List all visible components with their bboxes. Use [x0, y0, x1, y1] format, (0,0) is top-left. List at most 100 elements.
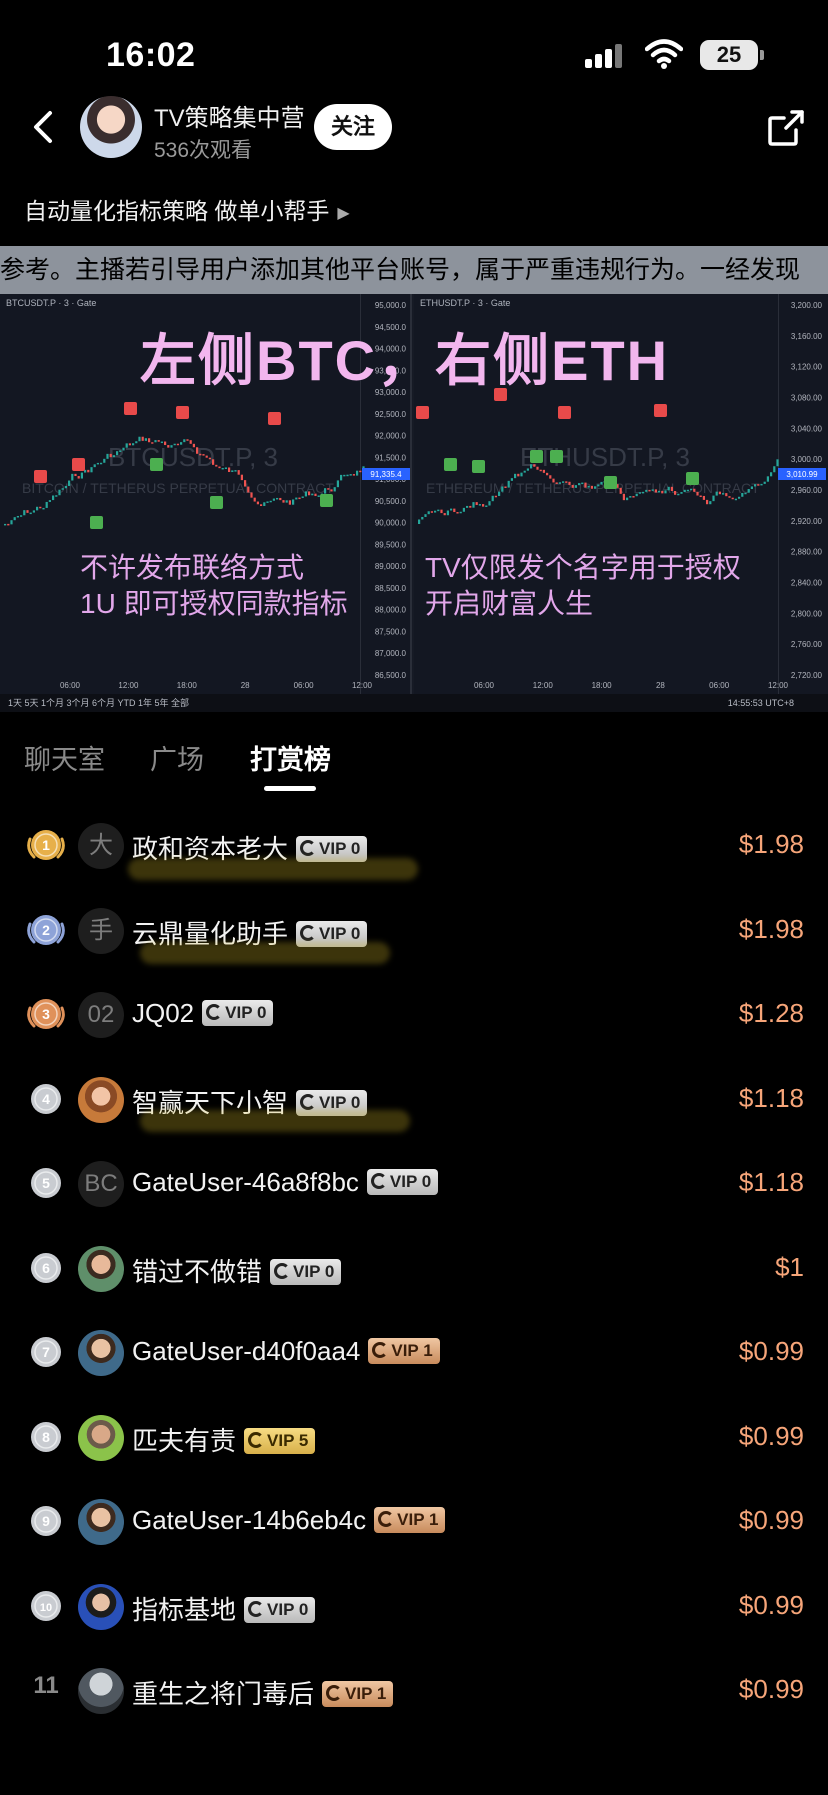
marquee-text: 参考。主播若引导用户添加其他平台账号，属于严重违规行为。一经发现: [0, 256, 801, 284]
user-avatar[interactable]: 手: [78, 907, 124, 954]
vip-level: VIP 5: [267, 1430, 309, 1450]
candle: [311, 493, 314, 496]
user-name-line: GateUser-46a8f8bc VIP 0: [132, 1167, 439, 1198]
rank-medal-icon: 5: [31, 1168, 61, 1198]
candle: [295, 497, 298, 500]
user-name[interactable]: JQ02: [132, 998, 194, 1028]
user-name[interactable]: GateUser-46a8f8bc: [132, 1167, 359, 1197]
rank-medal-icon: 8: [31, 1421, 61, 1452]
candle: [208, 457, 211, 460]
tab-tip-leaderboard[interactable]: 打赏榜: [250, 738, 331, 777]
leaderboard-row[interactable]: 10 指标基地 VIP 0 $0.99: [0, 1566, 828, 1650]
rank-medal-icon: 3: [27, 999, 65, 1029]
candle: [517, 473, 520, 477]
current-price-value: 3,010.99: [786, 470, 818, 479]
user-avatar[interactable]: 02: [78, 992, 124, 1038]
candle: [776, 459, 779, 467]
leaderboard-row[interactable]: 8 匹夫有责 VIP 5 $0.99: [0, 1397, 828, 1481]
candle: [693, 488, 696, 492]
tab-plaza[interactable]: 广场: [150, 738, 204, 777]
user-name[interactable]: GateUser-d40f0aa4: [132, 1336, 360, 1366]
candle: [549, 475, 552, 479]
follow-button[interactable]: 关注: [314, 104, 392, 150]
candle: [766, 476, 769, 482]
overlay-left-line1: 不许发布联络方式: [80, 552, 305, 583]
candle: [336, 480, 339, 488]
candle: [664, 490, 667, 494]
candle: [215, 464, 218, 467]
candle: [288, 500, 291, 505]
user-avatar[interactable]: [78, 1245, 124, 1292]
candle: [526, 468, 529, 471]
video-overlay-title: 左侧BTC，右侧ETH: [140, 329, 670, 392]
leaderboard-row[interactable]: 4 智赢天下小智 VIP 0 $1.18: [0, 1059, 828, 1143]
rank-medal-icon: 2: [27, 914, 65, 945]
user-name[interactable]: 重生之将门毒后: [132, 1679, 314, 1709]
rank-medal-icon: 7: [31, 1337, 61, 1367]
candle: [189, 440, 192, 444]
candle: [750, 486, 753, 490]
leaderboard-row[interactable]: 9 GateUser-14b6eb4c VIP 1 $0.99: [0, 1481, 828, 1565]
user-avatar[interactable]: [78, 1668, 124, 1714]
candle: [453, 508, 456, 513]
candle: [141, 436, 144, 441]
highlight-smear: [140, 1110, 410, 1132]
rank-medal-icon: 9: [31, 1506, 61, 1536]
chart-timeframe-toolbar: 1天 5天 1个月 3个月 6个月 YTD 1年 5年 全部 14:55:53 …: [0, 694, 828, 712]
user-avatar[interactable]: [78, 1076, 124, 1123]
user-avatar[interactable]: [78, 1499, 124, 1545]
user-avatar[interactable]: [78, 1330, 124, 1376]
sell-signal-marker: [268, 412, 281, 425]
candle: [128, 443, 131, 446]
stream-subtitle[interactable]: 自动量化指标策略 做单小帮手 ▶: [24, 192, 350, 226]
user-avatar[interactable]: 大: [78, 823, 124, 869]
user-avatar[interactable]: [78, 1583, 124, 1630]
rank-medal-icon: 6: [31, 1252, 61, 1283]
gate-logo-icon: [372, 1342, 389, 1358]
candle: [266, 501, 269, 503]
leaderboard-row[interactable]: 11 重生之将门毒后 VIP 1 $0.99: [0, 1650, 828, 1734]
tab-chatroom[interactable]: 聊天室: [24, 738, 105, 777]
vip-badge: VIP 0: [366, 1169, 439, 1195]
user-name[interactable]: 匹夫有责: [132, 1426, 236, 1456]
sell-signal-marker: [176, 406, 189, 419]
live-video-player[interactable]: 参考。主播若引导用户添加其他平台账号，属于严重违规行为。一经发现 BTCUSDT…: [0, 246, 828, 712]
rank-number: 4: [42, 1091, 50, 1107]
price-axis-tick: 2,800.00: [791, 609, 823, 618]
candle: [622, 493, 625, 501]
stream-subtitle-text: 自动量化指标策略 做单小帮手: [24, 198, 330, 224]
candle: [308, 491, 311, 496]
leaderboard-row[interactable]: 2 手云鼎量化助手 VIP 0 $1.98: [0, 890, 828, 974]
vip-level: VIP 0: [389, 1172, 432, 1191]
leaderboard-row[interactable]: 5 BC GateUser-46a8f8bc VIP 0 $1.18: [0, 1143, 828, 1227]
buy-signal-marker: [550, 450, 563, 463]
share-icon[interactable]: [766, 108, 806, 148]
user-name[interactable]: GateUser-14b6eb4c: [132, 1505, 366, 1535]
candle: [68, 480, 71, 486]
candle: [638, 492, 641, 494]
overlay-right-text: TV仅限发个名字用于授权 开启财富人生: [425, 550, 741, 622]
user-avatar[interactable]: BC: [78, 1161, 124, 1207]
back-arrow-icon[interactable]: [26, 105, 60, 149]
gate-logo-icon: [300, 1093, 317, 1110]
candle: [686, 489, 689, 492]
user-name[interactable]: 指标基地: [132, 1595, 236, 1625]
candle: [437, 509, 440, 512]
candle: [333, 487, 336, 492]
candle: [744, 492, 747, 495]
candle: [330, 489, 333, 492]
user-name[interactable]: 错过不做错: [132, 1257, 262, 1287]
candle: [715, 491, 718, 496]
user-avatar[interactable]: [78, 1414, 124, 1461]
host-avatar[interactable]: [80, 96, 142, 158]
candle: [699, 495, 702, 498]
leaderboard-row[interactable]: 3 02 JQ02 VIP 0 $1.28: [0, 974, 828, 1058]
host-name[interactable]: TV策略集中营: [154, 98, 305, 133]
overlay-right-line2: 开启财富人生: [425, 588, 594, 619]
candle: [90, 467, 93, 473]
gate-logo-icon: [300, 924, 317, 941]
candle: [446, 510, 449, 516]
candle: [661, 490, 664, 494]
leaderboard-row[interactable]: 7 GateUser-d40f0aa4 VIP 1 $0.99: [0, 1312, 828, 1396]
leaderboard-row[interactable]: 6 错过不做错 VIP 0 $1: [0, 1228, 828, 1312]
